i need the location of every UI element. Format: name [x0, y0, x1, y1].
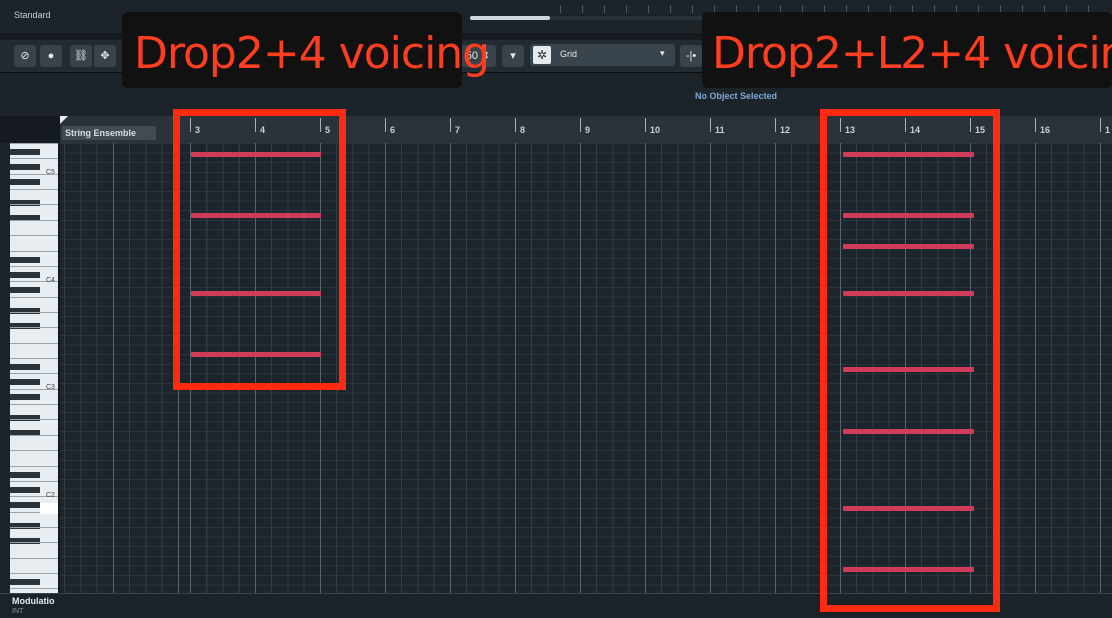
status-text: No Object Selected: [694, 91, 778, 101]
bar-tick: [1035, 118, 1036, 132]
white-key-divider: [10, 311, 58, 313]
white-key-divider: [10, 526, 58, 528]
bar-tick: [450, 118, 451, 132]
bar-number: 1: [1105, 125, 1111, 135]
bar-tick: [645, 118, 646, 132]
black-key[interactable]: [10, 394, 40, 400]
bar-number: 7: [455, 125, 461, 135]
black-key[interactable]: [10, 286, 40, 293]
white-key-divider: [10, 358, 58, 359]
octave-label: C4: [46, 277, 55, 284]
black-key[interactable]: [10, 379, 40, 385]
white-key-divider: [10, 143, 58, 144]
selected-key[interactable]: [40, 503, 58, 514]
window-title: Standard: [14, 10, 51, 20]
white-key-divider: [10, 404, 58, 406]
track-name-label: String Ensemble: [62, 126, 156, 140]
left-annotation: Drop2+4 voicing: [134, 28, 490, 79]
black-key[interactable]: [10, 364, 40, 370]
white-key-divider: [10, 465, 58, 467]
bar-tick: [580, 118, 581, 132]
move-icon[interactable]: ✥: [94, 45, 116, 67]
ruler-corner-flag: [60, 116, 68, 124]
piano-keyboard[interactable]: C5 C4 C3 C2: [10, 143, 58, 593]
white-key-divider: [10, 480, 58, 482]
white-key-divider: [10, 296, 58, 298]
black-key[interactable]: [10, 271, 40, 278]
controller-lane-label[interactable]: Modulatio: [12, 596, 55, 606]
bar-number: 10: [650, 125, 661, 135]
white-key-divider: [10, 450, 58, 452]
dropdown-icon[interactable]: ▾: [502, 45, 524, 67]
white-key-divider: [10, 542, 58, 544]
white-key-divider: [10, 342, 58, 344]
white-key-divider: [10, 189, 58, 191]
black-key[interactable]: [10, 256, 40, 263]
black-key[interactable]: [10, 471, 40, 478]
white-key-divider: [10, 434, 58, 436]
black-key[interactable]: [10, 164, 40, 170]
white-key-divider: [10, 573, 58, 574]
octave-label: C5: [46, 169, 55, 176]
scrollbar-thumb[interactable]: [470, 16, 550, 20]
controller-lane-sub: INT: [12, 608, 24, 615]
bar-number: 11: [715, 125, 725, 135]
bar-number: 9: [585, 125, 591, 135]
white-key-divider: [10, 204, 58, 206]
grid-icon: ✲: [533, 46, 551, 64]
bar-number: 16: [1040, 125, 1051, 135]
black-key[interactable]: [10, 501, 40, 508]
white-key-divider: [10, 235, 58, 237]
black-key[interactable]: [10, 486, 40, 493]
white-key-divider: [10, 219, 58, 221]
black-key[interactable]: [10, 579, 40, 585]
bar-tick: [710, 118, 711, 132]
octave-label: C2: [46, 492, 55, 499]
bar-number: 12: [780, 125, 791, 135]
bar-tick: [385, 118, 386, 132]
grid-type-select[interactable]: ✲ Grid ▾: [530, 44, 675, 66]
octave-label: C3: [46, 384, 55, 391]
black-key[interactable]: [10, 179, 40, 185]
white-key-divider: [10, 250, 58, 252]
record-icon[interactable]: ⊘: [14, 45, 36, 67]
bar-number: 6: [390, 125, 396, 135]
quantize-icon[interactable]: -|•: [680, 45, 702, 67]
white-key-divider: [10, 588, 58, 590]
left-highlight-box: [173, 109, 346, 390]
white-key-divider: [10, 265, 58, 267]
chevron-down-icon: ▾: [660, 48, 665, 58]
keyboard-rail: [0, 143, 10, 593]
right-highlight-box: [820, 109, 1000, 612]
white-key-divider: [10, 158, 58, 160]
white-key-divider: [10, 327, 58, 329]
bar-number: 8: [520, 125, 526, 135]
white-key-divider: [10, 557, 58, 559]
white-key-divider: [10, 419, 58, 421]
bar-tick: [775, 118, 776, 132]
white-key-divider: [10, 373, 58, 375]
link-icon[interactable]: ⛓: [70, 45, 92, 67]
bar-tick: [515, 118, 516, 132]
black-key[interactable]: [10, 149, 40, 155]
circle-icon[interactable]: ●: [40, 45, 62, 67]
bar-tick: [1100, 118, 1101, 132]
grid-type-label: Grid: [560, 49, 578, 59]
right-annotation: Drop2+L2+4 voicing: [712, 28, 1112, 79]
